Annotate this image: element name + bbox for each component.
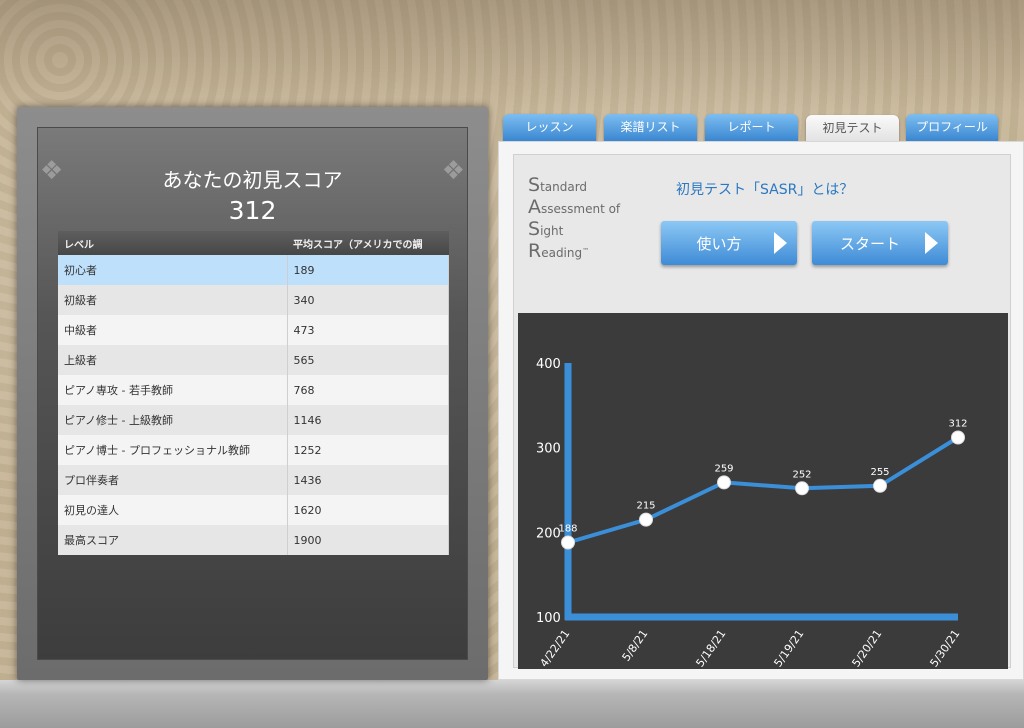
test-panel-inner: Standard Assessment of Sight Reading™ 初見…	[513, 154, 1011, 669]
data-label: 259	[714, 463, 733, 474]
how-to-button[interactable]: 使い方	[661, 221, 797, 265]
data-point	[951, 430, 965, 445]
logo-line: Reading™	[528, 240, 590, 262]
score-value: 312	[228, 196, 277, 225]
data-point	[717, 475, 731, 490]
header-level: レベル	[58, 231, 287, 255]
score-history-chart: 100 200 300 400 188 215 259 252 255 312 4/22/21 5/8…	[518, 313, 1008, 669]
data-label: 255	[870, 467, 889, 478]
y-tick-label: 100	[536, 611, 561, 626]
data-label: 188	[558, 523, 577, 534]
level-cell: ピアノ修士 - 上級教師	[58, 405, 288, 435]
play-arrow-icon	[774, 232, 787, 254]
y-tick-label: 200	[536, 526, 561, 541]
score-cell: 473	[287, 315, 449, 345]
y-tick-label: 400	[536, 357, 561, 372]
score-title: あなたの初見スコア	[162, 168, 343, 192]
score-cell: 565	[287, 345, 449, 375]
level-cell: プロ伴奏者	[58, 465, 288, 495]
score-cell: 1146	[287, 405, 449, 435]
start-button-label: スタート	[839, 235, 900, 253]
x-tick-label: 4/22/21	[537, 627, 572, 669]
sight-reading-test-panel: Standard Assessment of Sight Reading™ 初見…	[498, 141, 1024, 680]
what-is-sasr-link[interactable]: 初見テスト「SASR」とは？	[676, 179, 853, 199]
table-row[interactable]: ピアノ専攻 - 若手教師 768	[58, 375, 449, 405]
y-tick-label: 300	[536, 442, 561, 457]
table-row[interactable]: 上級者 565	[58, 345, 449, 375]
wallpaper	[0, 0, 1024, 110]
data-point	[795, 481, 809, 496]
score-cell: 1620	[287, 495, 449, 525]
score-cell: 189	[287, 255, 449, 285]
table-row[interactable]: ピアノ修士 - 上級教師 1146	[58, 405, 449, 435]
score-panel: ❖ ❖ あなたの初見スコア 312 レベル 平均スコア（アメリカでの調 初心者 1…	[17, 107, 488, 680]
sasr-logo: Standard Assessment of Sight Reading™	[528, 175, 648, 263]
data-label: 215	[636, 501, 655, 512]
level-table: レベル 平均スコア（アメリカでの調 初心者 189 初級者 340 中級者 473 上…	[58, 231, 449, 555]
table-row[interactable]: 中級者 473	[58, 315, 449, 345]
tab-score-list[interactable]: 楽譜リスト	[604, 114, 697, 141]
logo-line: Standard	[528, 174, 588, 196]
series-line	[567, 435, 960, 545]
score-cell: 768	[287, 375, 449, 405]
x-tick-label: 5/19/21	[771, 627, 806, 669]
x-tick-label: 5/20/21	[849, 627, 884, 669]
table-row[interactable]: 最高スコア 1900	[58, 525, 449, 555]
tab-report[interactable]: レポート	[705, 114, 798, 141]
data-label: 252	[792, 469, 811, 480]
score-cell: 1436	[287, 465, 449, 495]
level-cell: 初心者	[58, 255, 288, 285]
data-point	[639, 512, 653, 527]
logo-line: Assessment of	[528, 196, 621, 218]
x-tick-label: 5/30/21	[927, 627, 962, 669]
score-panel-inner: ❖ ❖ あなたの初見スコア 312 レベル 平均スコア（アメリカでの調 初心者 1…	[37, 127, 468, 660]
chart-svg: 100 200 300 400 188 215 259 252 255 312 4/22/21 5/8…	[536, 357, 968, 669]
score-cell: 1252	[287, 435, 449, 465]
table-row[interactable]: 初級者 340	[58, 285, 449, 315]
how-to-button-label: 使い方	[696, 235, 742, 253]
x-tick-label: 5/8/21	[620, 627, 651, 663]
play-arrow-icon	[925, 232, 938, 254]
level-cell: 上級者	[58, 345, 288, 375]
level-cell: 中級者	[58, 315, 288, 345]
data-label: 312	[948, 419, 967, 430]
level-cell: ピアノ専攻 - 若手教師	[58, 375, 288, 405]
table-row[interactable]: 初見の達人 1620	[58, 495, 449, 525]
table-header-row: レベル 平均スコア（アメリカでの調	[58, 231, 449, 255]
start-button[interactable]: スタート	[812, 221, 948, 265]
floor-bar	[0, 680, 1024, 728]
tab-lessons[interactable]: レッスン	[503, 114, 596, 141]
data-point	[873, 478, 887, 493]
data-point	[561, 535, 575, 550]
table-row[interactable]: 初心者 189	[58, 255, 449, 285]
table-row[interactable]: ピアノ博士 - プロフェッショナル教師 1252	[58, 435, 449, 465]
tab-profile[interactable]: プロフィール	[906, 114, 998, 141]
header-average-score: 平均スコア（アメリカでの調	[287, 231, 449, 255]
level-cell: 初級者	[58, 285, 288, 315]
tab-sight-reading-test[interactable]: 初見テスト	[806, 115, 899, 143]
table-row[interactable]: プロ伴奏者 1436	[58, 465, 449, 495]
logo-line: Sight	[528, 218, 564, 240]
level-cell: ピアノ博士 - プロフェッショナル教師	[58, 435, 288, 465]
level-cell: 最高スコア	[58, 525, 288, 555]
score-cell: 340	[287, 285, 449, 315]
level-cell: 初見の達人	[58, 495, 288, 525]
x-tick-label: 5/18/21	[693, 627, 728, 669]
score-cell: 1900	[287, 525, 449, 555]
